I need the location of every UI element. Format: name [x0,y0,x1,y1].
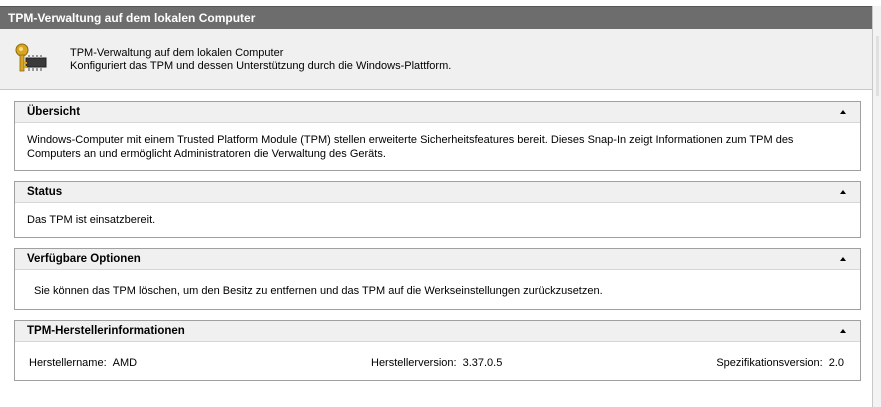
manufacturer-name-label: Herstellername: [29,357,107,369]
scrollbar-edge [876,36,879,96]
spec-version: Spezifikationsversion: 2.0 [716,356,844,370]
spec-version-label: Spezifikationsversion: [716,357,823,369]
manufacturer-name: Herstellername: AMD [29,356,137,370]
manufacturer-version-value: 3.37.0.5 [462,357,503,369]
section-overview-title: Übersicht [27,106,81,118]
manufacturer-version-label: Herstellerversion: [371,357,457,369]
section-status: Status Das TPM ist einsatzbereit. [14,181,861,238]
section-status-text: Das TPM ist einsatzbereit. [27,214,156,226]
section-manufacturer-header[interactable]: TPM-Herstellerinformationen [15,321,860,342]
section-manufacturer-title: TPM-Herstellerinformationen [27,325,185,337]
collapse-icon[interactable] [840,329,846,333]
window-title: TPM-Verwaltung auf dem lokalen Computer [0,6,872,29]
collapse-icon[interactable] [840,110,846,114]
scrollbar[interactable] [872,6,881,407]
key-chip-icon [15,43,47,72]
collapse-icon[interactable] [840,190,846,194]
header-title: TPM-Verwaltung auf dem lokalen Computer [70,47,284,59]
section-status-header[interactable]: Status [15,182,860,203]
section-options-title: Verfügbare Optionen [27,253,141,265]
manufacturer-details: Herstellername: AMD Herstellerversion: 3.3… [15,342,860,380]
header-subtitle: Konfiguriert das TPM und dessen Unterstü… [70,60,452,72]
section-options-text: Sie können das TPM löschen, um den Besit… [34,285,603,297]
section-options-header[interactable]: Verfügbare Optionen [15,249,860,270]
collapse-icon[interactable] [840,257,846,261]
section-overview-header[interactable]: Übersicht [15,102,860,123]
manufacturer-name-value: AMD [112,357,138,369]
spec-version-value: 2.0 [828,357,844,369]
header-description: TPM-Verwaltung auf dem lokalen Computer … [70,47,451,73]
section-manufacturer: TPM-Herstellerinformationen Herstellerna… [14,320,861,381]
section-options: Verfügbare Optionen Sie können das TPM l… [14,248,861,310]
snapin-header: TPM-Verwaltung auf dem lokalen Computer … [0,29,872,90]
section-overview: Übersicht Windows-Computer mit einem Tru… [14,101,861,171]
section-overview-text: Windows-Computer mit einem Trusted Platf… [27,134,794,160]
section-status-title: Status [27,186,63,198]
manufacturer-version: Herstellerversion: 3.37.0.5 [371,356,502,370]
